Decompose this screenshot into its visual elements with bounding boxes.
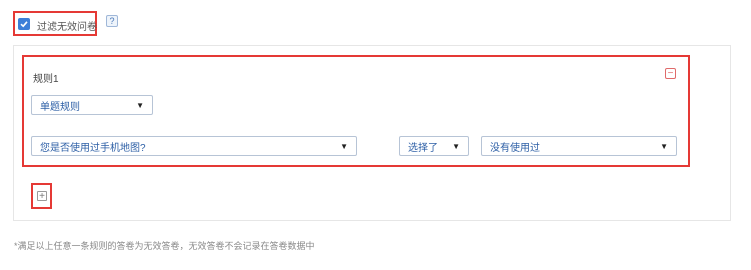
minus-icon: −: [667, 68, 674, 79]
check-icon: [20, 21, 28, 28]
operator-select[interactable]: 选择了 ▼: [399, 136, 469, 156]
dropdown-arrow-icon: ▼: [660, 141, 668, 151]
question-value: 您是否使用过手机地图?: [40, 142, 146, 154]
help-icon-glyph: ?: [109, 16, 115, 26]
rules-footnote: *满足以上任意一条规则的答卷为无效答卷，无效答卷不会记录在答卷数据中: [14, 241, 315, 251]
question-select[interactable]: 您是否使用过手机地图? ▼: [31, 136, 357, 156]
remove-rule-button[interactable]: −: [665, 68, 676, 79]
dropdown-arrow-icon: ▼: [452, 141, 460, 151]
rule-type-select[interactable]: 单题规则 ▼: [31, 95, 153, 115]
filter-invalid-checkbox[interactable]: [18, 18, 30, 30]
answer-value: 没有使用过: [490, 142, 540, 154]
operator-value: 选择了: [408, 142, 438, 154]
answer-select[interactable]: 没有使用过 ▼: [481, 136, 677, 156]
plus-icon: +: [39, 191, 45, 202]
rule-type-value: 单题规则: [40, 101, 80, 113]
help-icon[interactable]: ?: [106, 15, 118, 27]
filter-invalid-label: 过滤无效问卷: [37, 22, 97, 33]
rule-title: 规则1: [33, 74, 59, 85]
add-rule-button[interactable]: +: [37, 191, 47, 202]
dropdown-arrow-icon: ▼: [340, 141, 348, 151]
dropdown-arrow-icon: ▼: [136, 100, 144, 110]
